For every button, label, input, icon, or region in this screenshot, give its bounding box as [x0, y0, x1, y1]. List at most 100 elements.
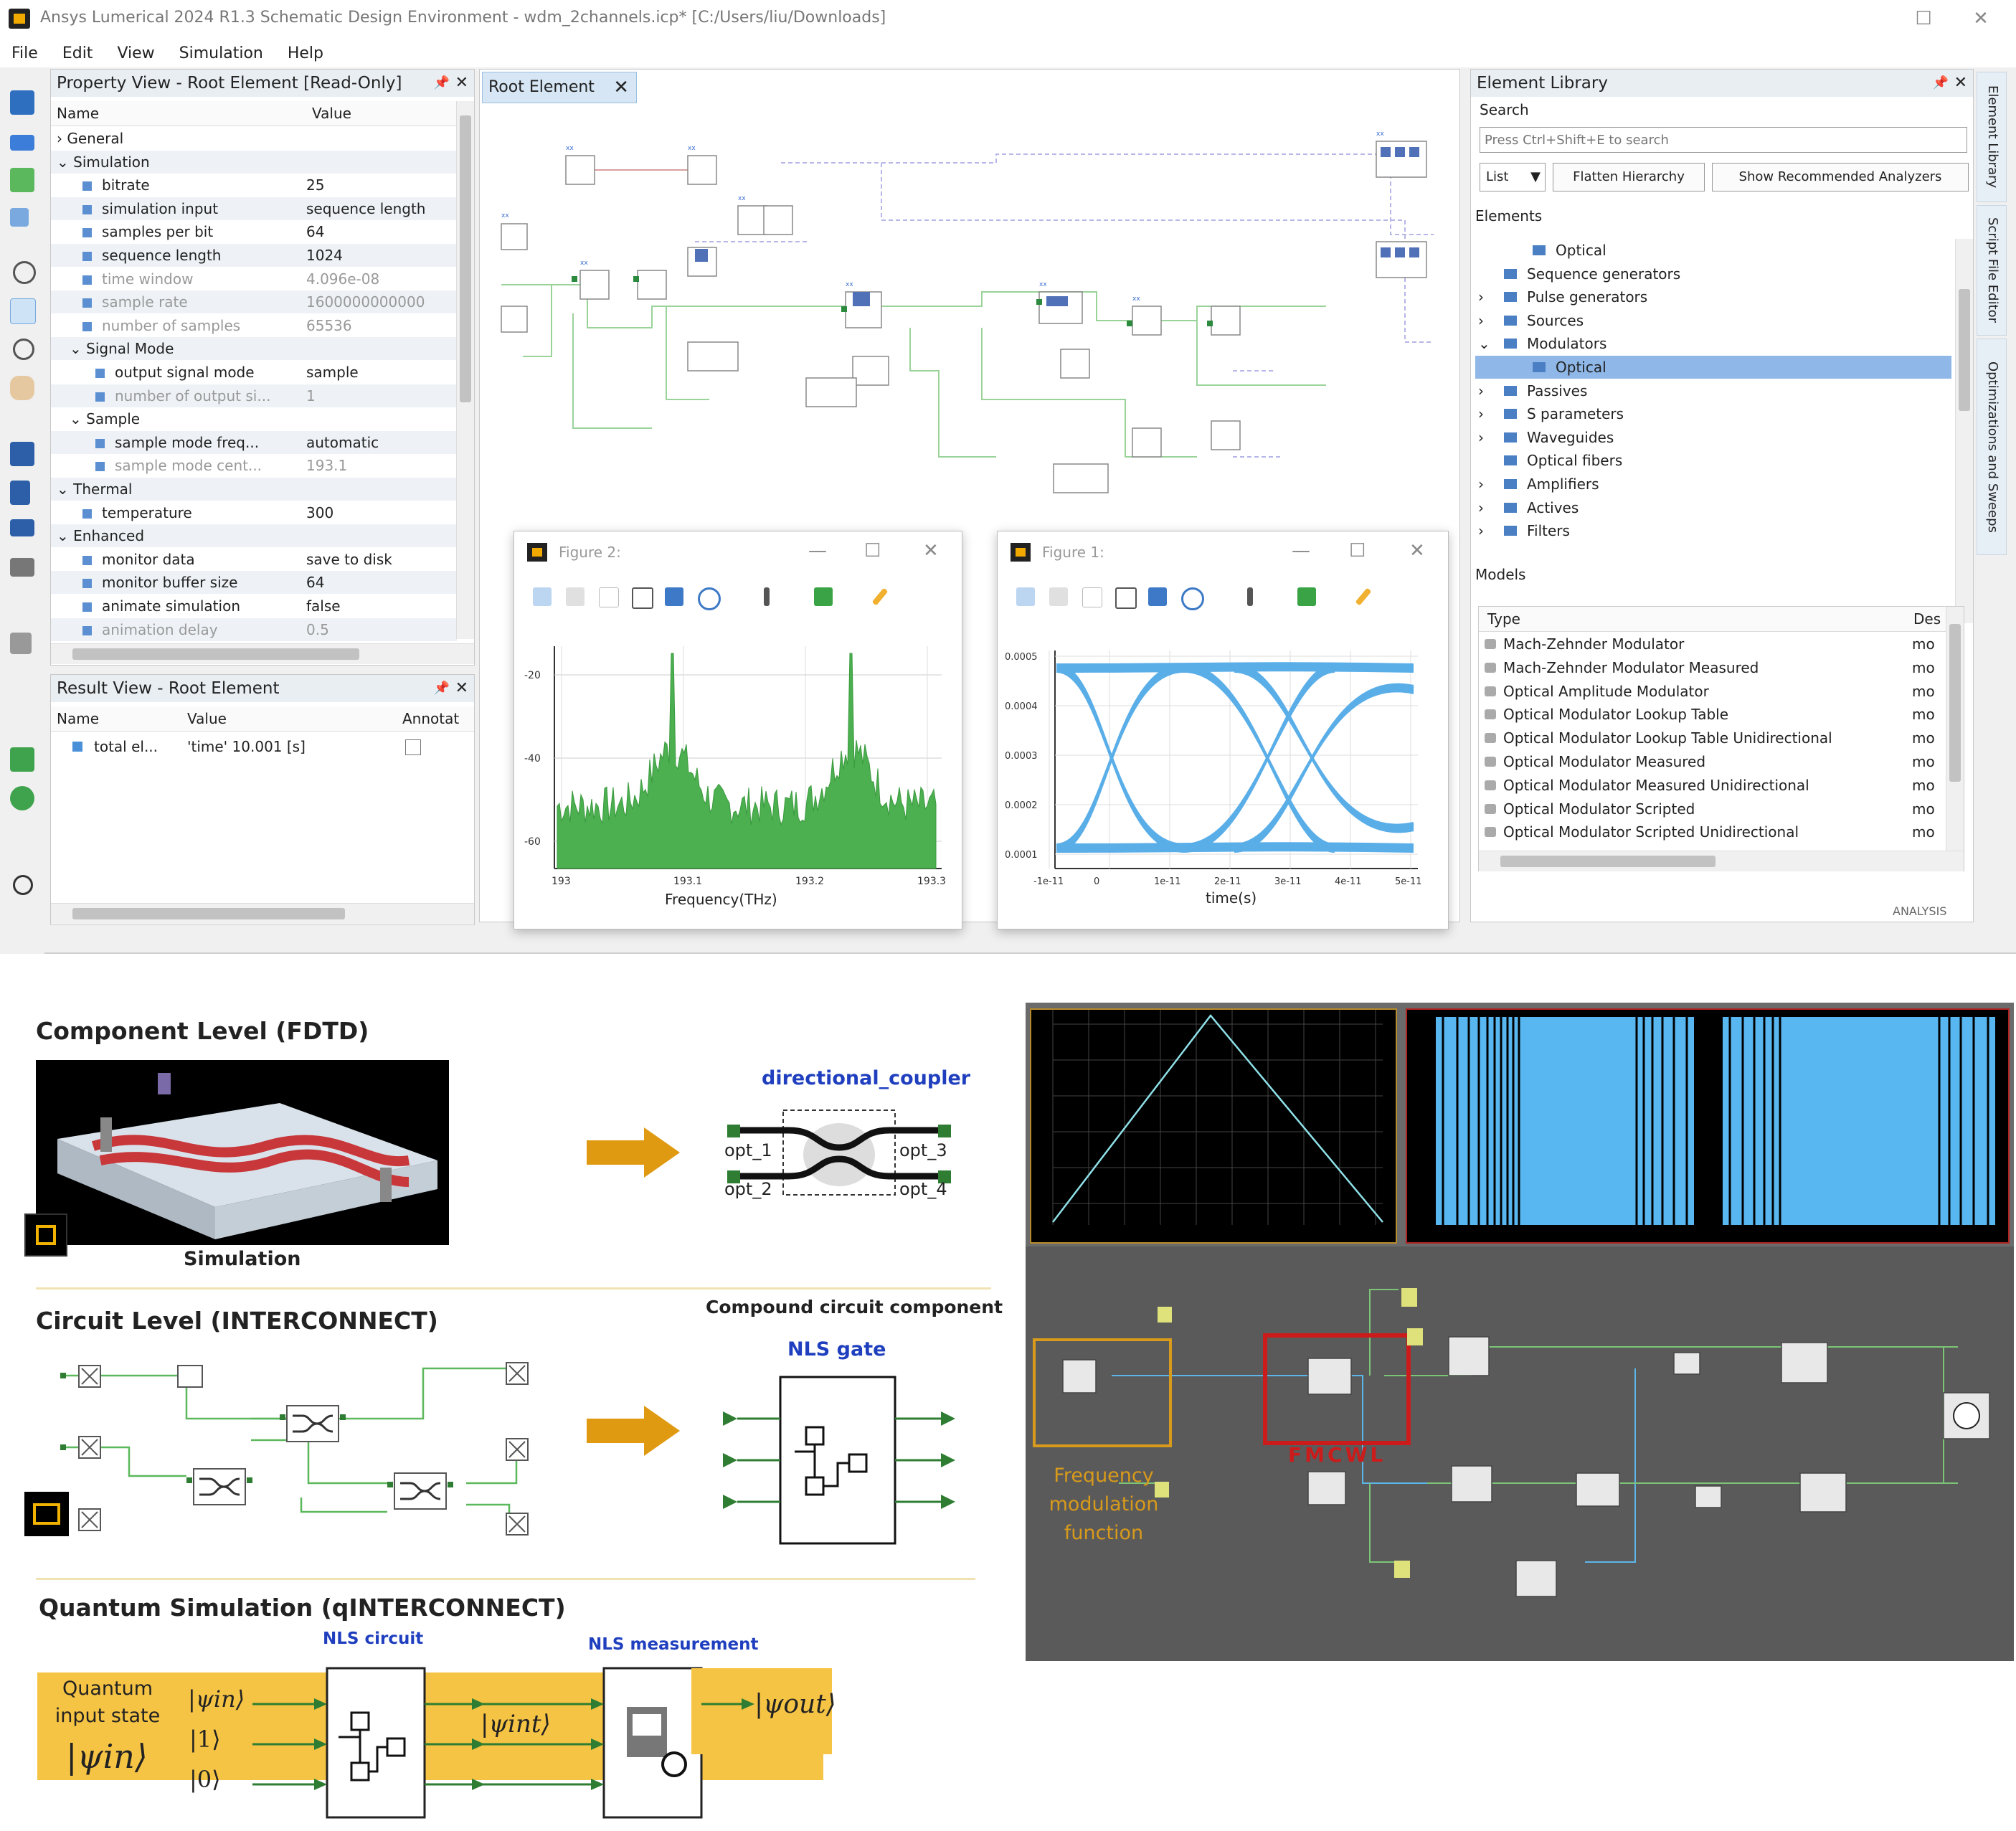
scrollbar-thumb[interactable] [1949, 624, 1961, 782]
menu-edit[interactable]: Edit [62, 44, 93, 62]
view-select[interactable]: List ▼ [1480, 163, 1546, 191]
column-annotation[interactable]: Annotat [402, 706, 459, 731]
model-row[interactable]: Optical Modulator Measured mo [1479, 750, 1945, 773]
property-row[interactable]: ⌄ Signal Mode [51, 337, 457, 361]
maximize-button[interactable]: ☐ [1911, 6, 1936, 32]
column-description[interactable]: Des [1913, 607, 1941, 631]
property-row[interactable]: ⌄ Sample [51, 407, 457, 430]
property-row[interactable]: animation delay 0.5 [51, 618, 457, 641]
element-tree-item[interactable]: Optical [1475, 356, 1951, 379]
property-row[interactable]: number of samples 65536 [51, 314, 457, 337]
property-row[interactable]: temperature 300 [51, 501, 457, 524]
property-row[interactable]: ⌄ Thermal [51, 478, 457, 501]
show-recommended-analyzers-button[interactable]: Show Recommended Analyzers [1712, 163, 1969, 191]
column-name[interactable]: Name [57, 706, 99, 731]
element-tree-item[interactable]: Optical [1475, 239, 1951, 262]
expand-arrow-icon[interactable]: › [1478, 309, 1484, 332]
close-icon[interactable]: ✕ [1954, 70, 1967, 97]
property-row[interactable]: animate simulation false [51, 595, 457, 618]
tree-scrollbar[interactable] [1955, 239, 1973, 623]
element-tree-item[interactable]: › Pulse generators [1475, 285, 1951, 308]
property-row[interactable]: number of output si... 1 [51, 384, 457, 407]
model-row[interactable]: Mach-Zehnder Modulator Measured mo [1479, 656, 1945, 679]
models-scrollbar[interactable] [1946, 607, 1964, 851]
chart-icon[interactable] [10, 633, 32, 654]
model-row[interactable]: Mach-Zehnder Modulator mo [1479, 633, 1945, 656]
close-window-button[interactable]: ✕ [1968, 6, 1994, 32]
expand-arrow-icon[interactable]: › [1478, 379, 1484, 402]
menu-file[interactable]: File [11, 44, 38, 62]
property-row[interactable]: sample rate 1600000000000 [51, 290, 457, 314]
expand-arrow-icon[interactable]: ⌄ [70, 410, 86, 427]
tab-root-element[interactable]: Root Element ✕ [482, 72, 637, 103]
expand-arrow-icon[interactable]: › [1478, 402, 1484, 425]
property-row[interactable]: monitor data save to disk [51, 548, 457, 571]
pan-icon[interactable] [10, 376, 34, 400]
menu-view[interactable]: View [117, 44, 154, 62]
expand-arrow-icon[interactable]: › [1478, 426, 1484, 449]
property-scrollbar[interactable] [456, 101, 474, 639]
result-hscrollbar[interactable] [51, 903, 474, 924]
close-icon[interactable]: ✕ [455, 70, 468, 97]
layout-icon[interactable] [10, 481, 30, 505]
menu-help[interactable]: Help [288, 44, 323, 62]
scrollbar-thumb[interactable] [1959, 289, 1970, 411]
property-row[interactable]: monitor buffer size 64 [51, 571, 457, 595]
model-row[interactable]: Optical Modulator Measured Unidirectiona… [1479, 774, 1945, 797]
scrollbar-thumb[interactable] [460, 115, 471, 402]
property-row[interactable]: bitrate 25 [51, 174, 457, 197]
element-tree-item[interactable]: › Filters [1475, 519, 1951, 542]
circle-icon[interactable] [13, 261, 36, 284]
scrollbar-thumb[interactable] [72, 648, 359, 660]
property-row[interactable]: simulation input sequence length [51, 197, 457, 220]
element-tree-item[interactable]: › Sources [1475, 309, 1951, 332]
property-row[interactable]: time window 4.096e-08 [51, 268, 457, 290]
select-icon[interactable] [10, 298, 36, 324]
delete-icon[interactable] [10, 168, 34, 192]
pin-icon[interactable]: 📌 [434, 675, 450, 702]
element-tree-item[interactable]: › Amplifiers [1475, 473, 1951, 496]
menu-simulation[interactable]: Simulation [179, 44, 263, 62]
search-input[interactable] [1480, 127, 1967, 153]
close-icon[interactable]: ✕ [455, 675, 468, 702]
model-row[interactable]: Optical Modulator Scripted Unidirectiona… [1479, 820, 1945, 843]
search-icon[interactable] [13, 875, 33, 895]
annotate-checkbox[interactable] [405, 739, 421, 755]
close-tab-icon[interactable]: ✕ [613, 72, 629, 103]
connect-icon[interactable] [10, 208, 29, 227]
refresh-icon[interactable] [10, 786, 34, 810]
pin-icon[interactable]: 📌 [434, 70, 450, 97]
zoom-icon[interactable] [13, 339, 34, 360]
property-row[interactable]: samples per bit 64 [51, 220, 457, 243]
element-tree-item[interactable]: › S parameters [1475, 402, 1951, 425]
element-tree-item[interactable]: Optical fibers [1475, 449, 1951, 472]
property-row[interactable]: ⌄ Simulation [51, 150, 457, 174]
property-row[interactable]: sample mode cent... 193.1 [51, 454, 457, 477]
tab-optimizations-and-sweeps[interactable]: Optimizations and Sweeps [1977, 339, 2007, 555]
tab-script-file-editor[interactable]: Script File Editor [1977, 205, 2007, 336]
back-icon[interactable] [10, 747, 34, 772]
group-icon[interactable] [10, 135, 34, 151]
tab-element-library[interactable]: Element Library [1977, 72, 2007, 202]
column-type[interactable]: Type [1487, 607, 1520, 631]
column-value[interactable]: Value [312, 101, 351, 126]
run-icon[interactable] [10, 442, 34, 466]
scrollbar-thumb[interactable] [72, 908, 345, 919]
analysis-icon[interactable] [10, 558, 34, 577]
stop-icon[interactable] [10, 519, 34, 536]
model-row[interactable]: Optical Modulator Lookup Table Unidirect… [1479, 727, 1945, 749]
flatten-hierarchy-button[interactable]: Flatten Hierarchy [1553, 163, 1705, 191]
pin-icon[interactable]: 📌 [1933, 70, 1949, 97]
models-hscrollbar[interactable] [1479, 851, 1964, 871]
element-tree-item[interactable]: › Actives [1475, 496, 1951, 519]
element-tree-item[interactable]: Sequence generators [1475, 262, 1951, 285]
model-row[interactable]: Optical Modulator Lookup Table mo [1479, 703, 1945, 726]
expand-arrow-icon[interactable]: ⌄ [57, 481, 73, 498]
expand-arrow-icon[interactable]: › [1478, 473, 1484, 496]
expand-arrow-icon[interactable]: ⌄ [57, 527, 73, 544]
property-row[interactable]: sample mode freq... automatic [51, 430, 457, 454]
model-row[interactable]: Optical Ring Modulator mo [1479, 844, 1945, 848]
column-name[interactable]: Name [57, 101, 99, 126]
result-row[interactable]: total el... 'time' 10.001 [s] [51, 735, 474, 758]
model-row[interactable]: Optical Amplitude Modulator mo [1479, 680, 1945, 703]
